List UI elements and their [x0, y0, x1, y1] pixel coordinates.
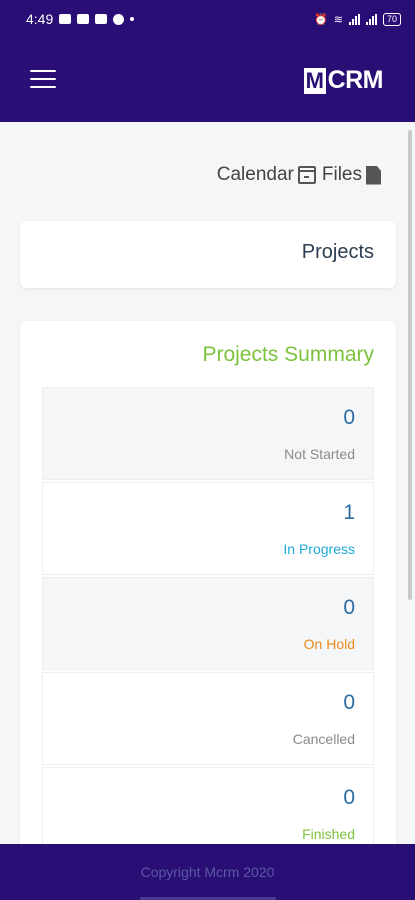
signal-icon [348, 13, 360, 25]
system-icons: ⏰ ≋ 70 [314, 12, 401, 26]
more-dot-icon [130, 17, 135, 21]
scrollbar[interactable] [408, 130, 412, 600]
app-icon [77, 14, 90, 24]
status-tile[interactable]: 1 In Progress [42, 482, 374, 575]
projects-summary-card: Projects Summary 0 Not Started 1 In Progres… [20, 321, 396, 844]
summary-title: Projects Summary [202, 343, 374, 366]
notification-icon [113, 13, 125, 25]
status-tile[interactable]: 0 Not Started [42, 387, 374, 480]
status-label: Finished [302, 826, 355, 842]
wifi-icon: ≋ [333, 13, 343, 26]
status-tile[interactable]: 0 Cancelled [42, 672, 374, 765]
trash-icon [95, 14, 108, 24]
calendar-link[interactable]: Calendar [217, 164, 316, 186]
battery-icon: 70 [382, 12, 401, 26]
app-logo: M CRM [303, 66, 384, 95]
logo-text: CRM [327, 66, 384, 94]
footer: Copyright Mcrm 2020 [0, 844, 415, 900]
status-count: 0 [343, 786, 355, 809]
status-label: Cancelled [292, 731, 355, 747]
hamburger-menu-icon[interactable] [30, 70, 56, 90]
files-link[interactable]: Files [322, 164, 381, 186]
files-label: Files [321, 164, 362, 185]
calendar-label: Calendar [216, 164, 294, 185]
projects-title[interactable]: Projects [302, 241, 374, 264]
app-bar: M CRM [0, 38, 415, 122]
alarm-icon: ⏰ [314, 13, 328, 26]
calendar-icon [297, 166, 316, 184]
quick-links: Calendar Files [217, 164, 381, 186]
status-tile[interactable]: 0 On Hold [42, 577, 374, 670]
main-content: Calendar Files Projects Projects Summary… [0, 122, 415, 844]
copyright-text: Copyright Mcrm 2020 [140, 864, 275, 880]
status-label: On Hold [303, 636, 355, 652]
status-count: 0 [343, 691, 355, 714]
status-bar: 4:49 ⏰ ≋ 70 [0, 0, 415, 38]
projects-card[interactable]: Projects [20, 221, 396, 288]
status-count: 0 [343, 596, 355, 619]
status-label: In Progress [283, 541, 355, 557]
status-label: Not Started [284, 446, 355, 462]
youtube-icon [59, 14, 72, 24]
status-count: 1 [343, 501, 355, 524]
notification-icons [59, 13, 135, 25]
status-time: 4:49 [26, 11, 54, 27]
file-icon [366, 165, 381, 185]
status-count: 0 [343, 406, 355, 429]
signal-2-icon [365, 13, 377, 25]
status-tile[interactable]: 0 Finished [42, 767, 374, 844]
logo-mark: M [303, 67, 326, 94]
